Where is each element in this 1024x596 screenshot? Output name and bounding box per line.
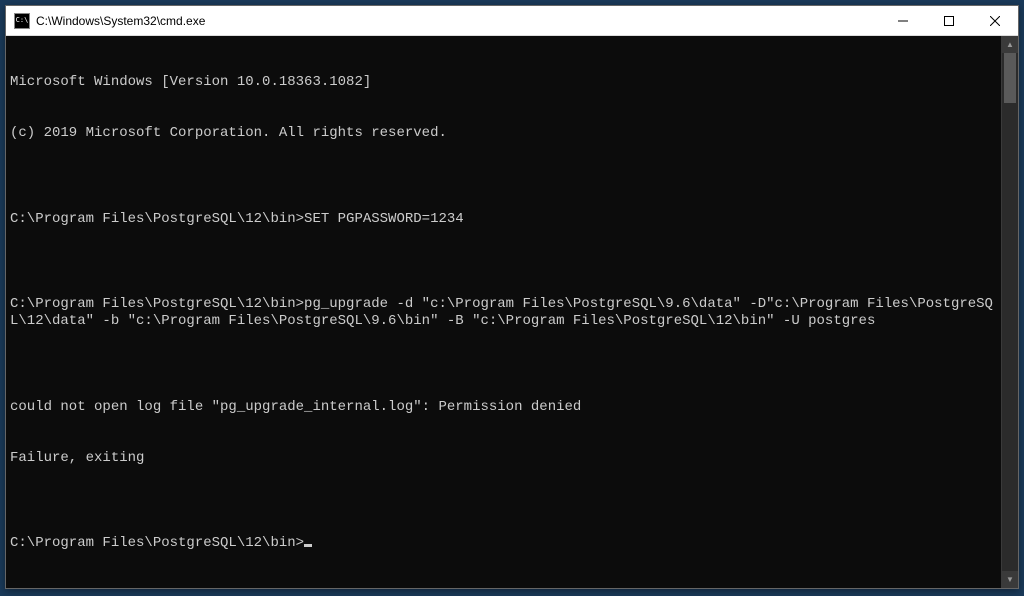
window-title: C:\Windows\System32\cmd.exe xyxy=(36,14,880,28)
window-controls xyxy=(880,6,1018,35)
terminal-line: (c) 2019 Microsoft Corporation. All righ… xyxy=(10,125,1001,142)
app-icon: C:\ xyxy=(14,13,30,29)
titlebar[interactable]: C:\ C:\Windows\System32\cmd.exe xyxy=(6,6,1018,36)
terminal-line: C:\Program Files\PostgreSQL\12\bin>pg_up… xyxy=(10,296,1001,330)
app-icon-text: C:\ xyxy=(16,17,29,24)
scroll-down-arrow-icon[interactable]: ▼ xyxy=(1002,571,1018,588)
scroll-track[interactable] xyxy=(1002,53,1018,571)
close-icon xyxy=(990,16,1000,26)
terminal-line: could not open log file "pg_upgrade_inte… xyxy=(10,399,1001,416)
terminal-line: C:\Program Files\PostgreSQL\12\bin>SET P… xyxy=(10,211,1001,228)
maximize-button[interactable] xyxy=(926,6,972,35)
terminal-line: Failure, exiting xyxy=(10,450,1001,467)
scroll-up-arrow-icon[interactable]: ▲ xyxy=(1002,36,1018,53)
terminal-line: Microsoft Windows [Version 10.0.18363.10… xyxy=(10,74,1001,91)
scroll-thumb[interactable] xyxy=(1004,53,1016,103)
terminal-area: Microsoft Windows [Version 10.0.18363.10… xyxy=(6,36,1018,588)
minimize-button[interactable] xyxy=(880,6,926,35)
vertical-scrollbar[interactable]: ▲ ▼ xyxy=(1001,36,1018,588)
terminal-prompt: C:\Program Files\PostgreSQL\12\bin> xyxy=(10,535,304,551)
minimize-icon xyxy=(898,16,908,26)
maximize-icon xyxy=(944,16,954,26)
terminal-prompt-line: C:\Program Files\PostgreSQL\12\bin> xyxy=(10,535,1001,552)
cmd-window: C:\ C:\Windows\System32\cmd.exe Microsof… xyxy=(5,5,1019,589)
close-button[interactable] xyxy=(972,6,1018,35)
terminal-output[interactable]: Microsoft Windows [Version 10.0.18363.10… xyxy=(6,36,1001,588)
cursor-icon xyxy=(304,544,312,547)
